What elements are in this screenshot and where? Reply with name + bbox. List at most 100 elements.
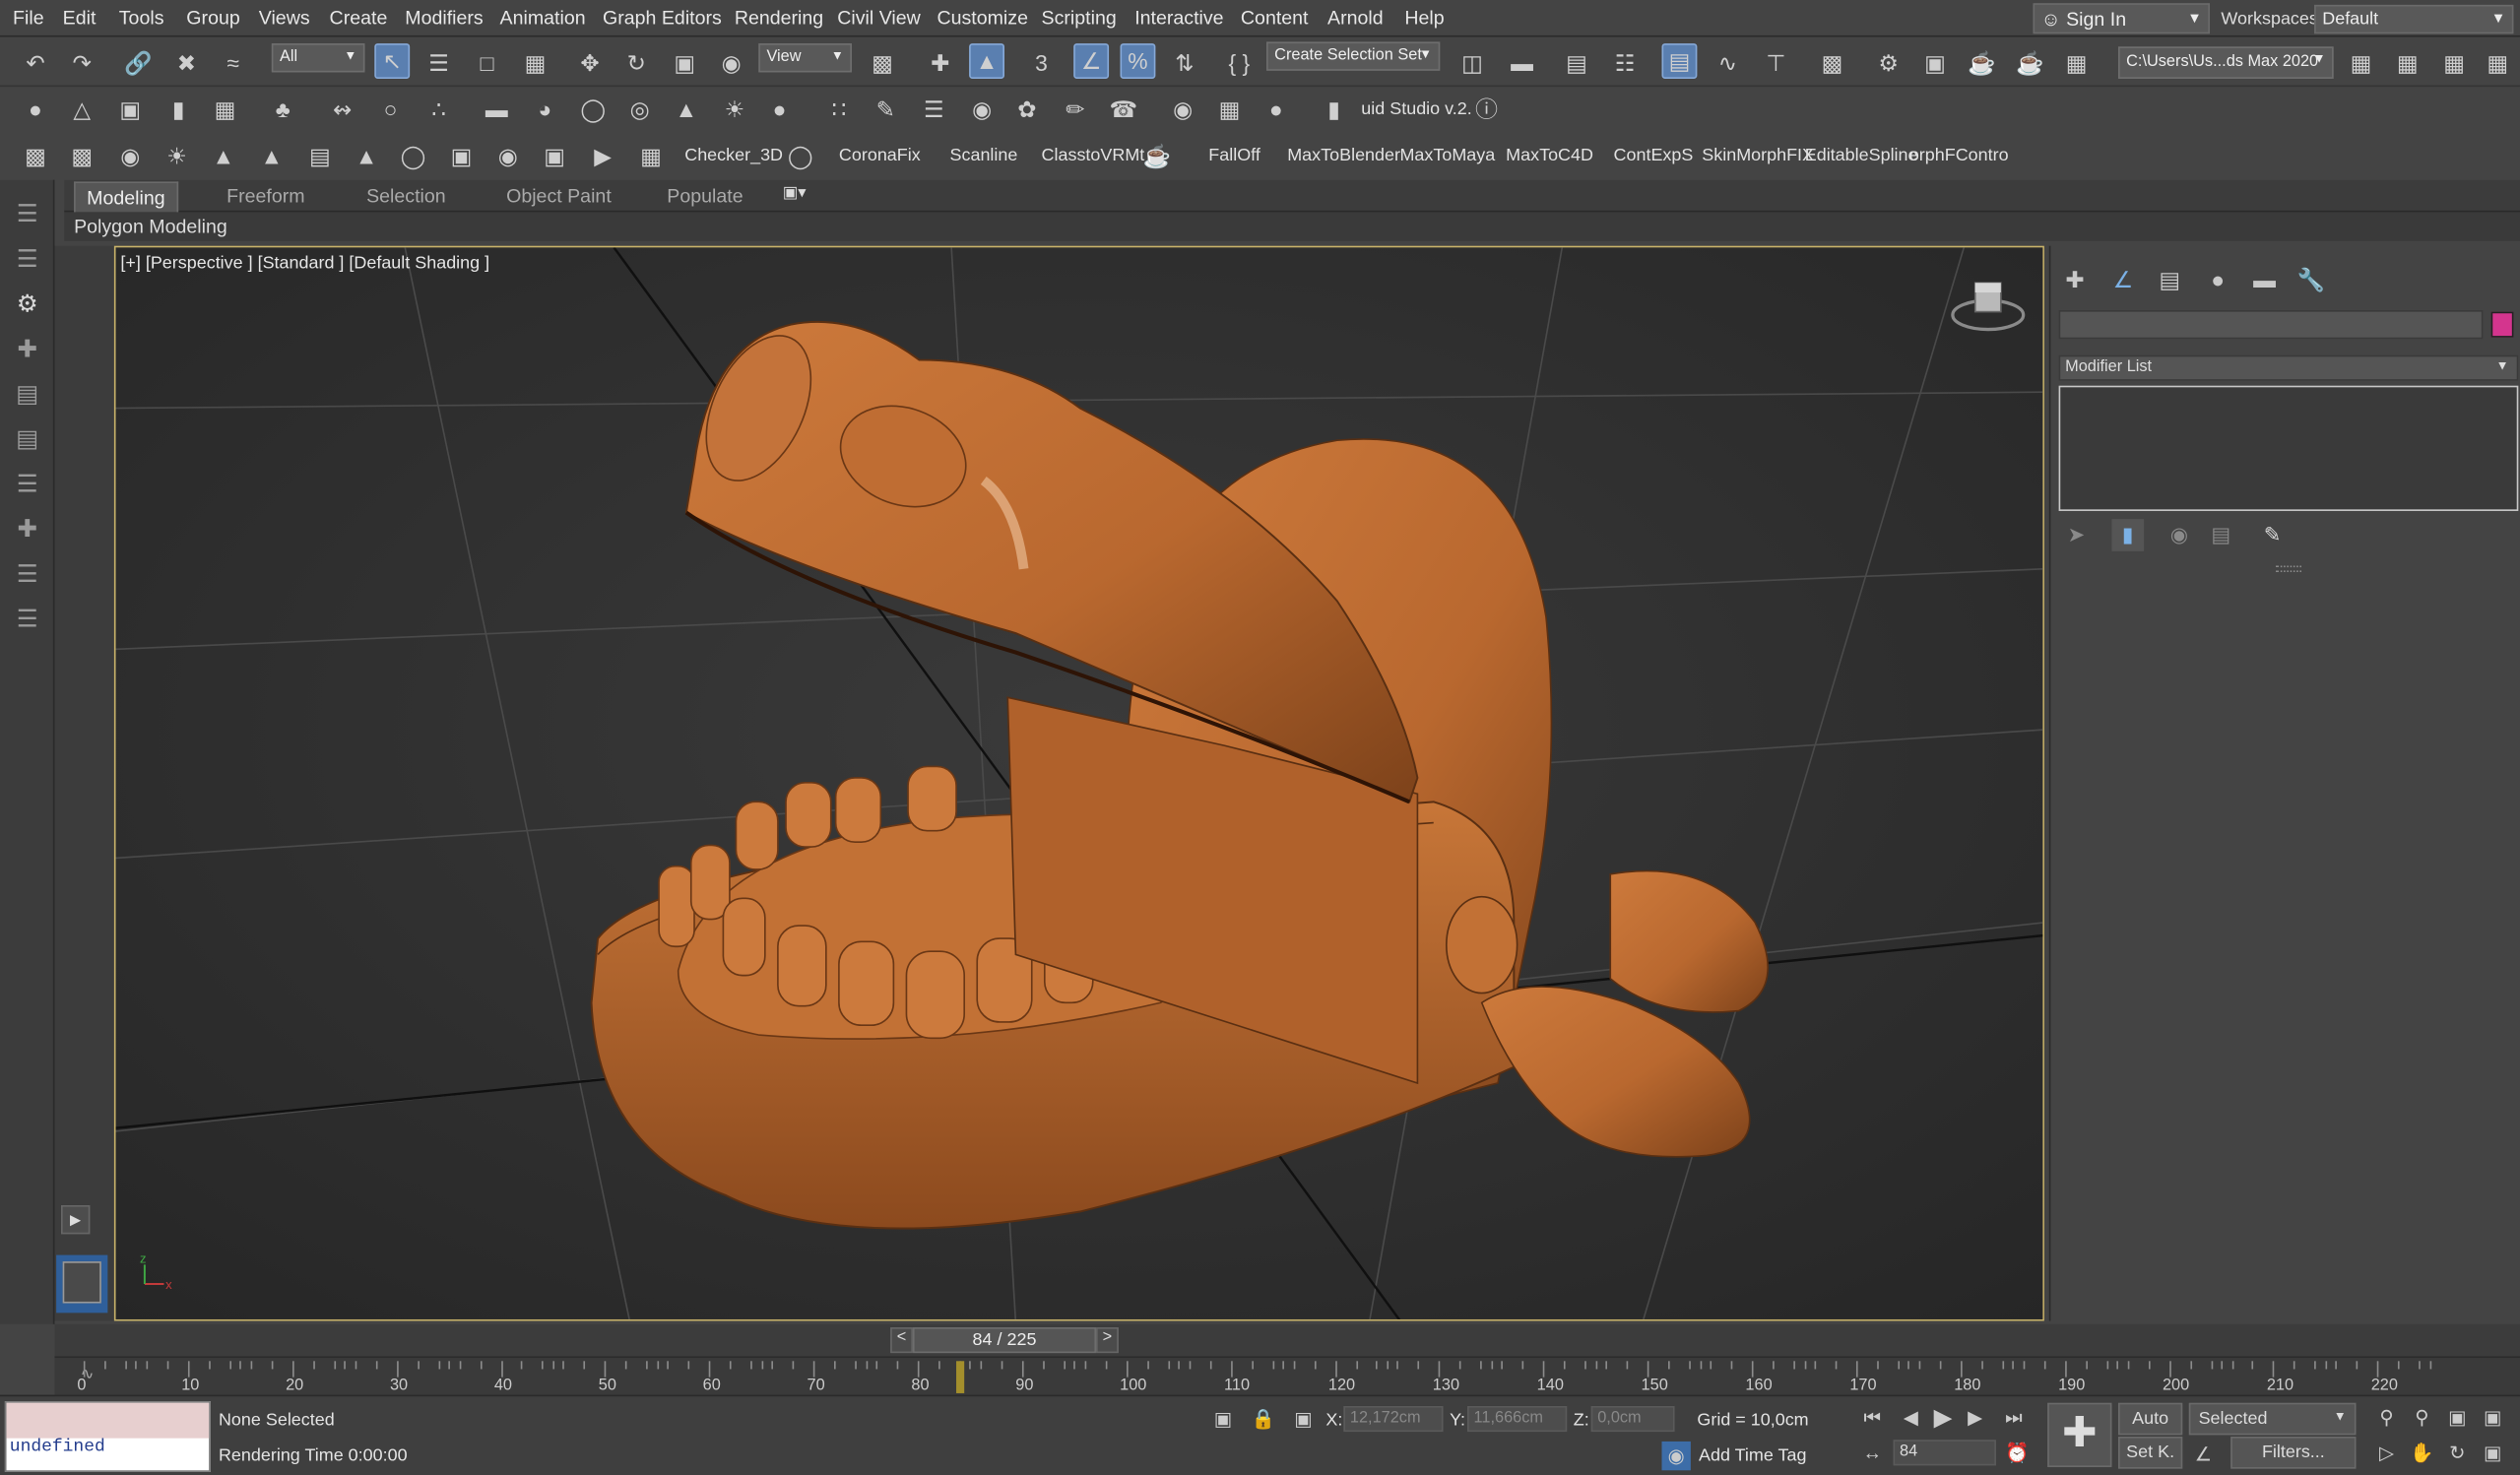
go-to-end-icon[interactable]: ⏭ xyxy=(1999,1403,2028,1432)
menu-views[interactable]: Views xyxy=(259,7,310,30)
align-icon[interactable]: ▬ xyxy=(1505,45,1540,81)
modifier-list-dropdown[interactable]: Modifier List ▼ xyxy=(2058,354,2519,381)
bell-icon[interactable]: ☎ xyxy=(1106,92,1141,127)
add-time-tag[interactable]: Add Time Tag xyxy=(1699,1446,1806,1466)
light-icon[interactable]: ◉ xyxy=(490,138,526,173)
menu-edit[interactable]: Edit xyxy=(63,7,97,30)
key-filter-dropdown[interactable]: Selected ▼ xyxy=(2188,1402,2357,1436)
render-in-cloud-icon[interactable]: ▦ xyxy=(2059,45,2095,81)
previous-key-icon[interactable]: ◀ xyxy=(1897,1403,1925,1432)
light-sphere-icon[interactable]: ● xyxy=(762,92,798,127)
layer-explorer-icon[interactable]: ☷ xyxy=(1607,45,1643,81)
menu-animation[interactable]: Animation xyxy=(500,7,586,30)
y-coordinate-field[interactable]: 11,666cm xyxy=(1467,1406,1568,1433)
scatter-icon[interactable]: ∷ xyxy=(821,92,857,127)
menu-graph-editors[interactable]: Graph Editors xyxy=(603,7,722,30)
editablespline-button[interactable]: EditableSpline xyxy=(1805,147,1918,166)
track-bar[interactable]: ∿ 0 10 20 30 40 50 60 70 80 90 100 110 120 130 140 150 1… xyxy=(54,1356,2520,1395)
layer-page-icon[interactable]: ▤ xyxy=(10,421,45,457)
menu-interactive[interactable]: Interactive xyxy=(1134,7,1223,30)
maxtomaya-button[interactable]: MaxToMaya xyxy=(1399,147,1495,166)
maxtoc4d-button[interactable]: MaxToC4D xyxy=(1506,147,1593,166)
reference-coordinate-dropdown[interactable]: View ▼ xyxy=(758,43,852,73)
light-bulb-icon[interactable]: ◉ xyxy=(112,138,148,173)
curve-editor-icon[interactable]: ∿ xyxy=(1710,45,1745,81)
fluid-studio-label[interactable]: uid Studio v.2. xyxy=(1361,99,1471,119)
layer-stack-icon[interactable]: ☰ xyxy=(10,466,45,501)
unlink-icon[interactable]: ✖ xyxy=(168,45,204,81)
filters-button[interactable]: Filters... xyxy=(2230,1437,2357,1469)
named-selection-dropdown[interactable]: Create Selection Set ▼ xyxy=(1266,41,1441,71)
layers-settings-icon[interactable]: ⚙ xyxy=(10,286,45,321)
layer-list-icon[interactable]: ▤ xyxy=(10,376,45,412)
render-view-icon[interactable]: ▶ xyxy=(585,138,620,173)
render-production-icon[interactable]: ☕ xyxy=(1964,45,1999,81)
show-end-result-icon[interactable]: ▮ xyxy=(2111,519,2145,551)
modify-tab-icon[interactable]: ∠ xyxy=(2105,262,2141,297)
menu-customize[interactable]: Customize xyxy=(937,7,1028,30)
menu-group[interactable]: Group xyxy=(186,7,239,30)
set-key-button[interactable]: Set K. xyxy=(2117,1437,2183,1469)
move-icon[interactable]: ✥ xyxy=(572,45,608,81)
coronafix-button[interactable]: CoronaFix xyxy=(839,147,921,166)
material-map-icon[interactable]: ▦ xyxy=(1212,92,1248,127)
viewport-layout-tab[interactable] xyxy=(56,1254,108,1314)
render-element-icon[interactable]: ● xyxy=(1259,92,1294,127)
sun-light-icon[interactable]: ☀ xyxy=(160,138,195,173)
percent-snap-icon[interactable]: % xyxy=(1120,43,1156,79)
tab-selection[interactable]: Selection xyxy=(366,185,446,208)
layer-options-icon[interactable]: ☰ xyxy=(10,601,45,636)
plant-icon[interactable]: ♣ xyxy=(265,92,300,127)
current-frame-field[interactable]: 84 xyxy=(1893,1440,1996,1466)
undo-icon[interactable]: ↶ xyxy=(18,45,53,81)
link-icon[interactable]: 🔗 xyxy=(120,45,156,81)
viewport-label[interactable]: [+] [Perspective ] [Standard ] [Default … xyxy=(120,254,489,274)
pivot-center-icon[interactable]: ▩ xyxy=(865,45,900,81)
configure-modifier-sets-icon[interactable]: ✎ xyxy=(2256,519,2289,551)
panel-toggle-icon[interactable]: ▦ xyxy=(2480,45,2515,81)
expand-arrow-icon[interactable]: ▶ xyxy=(61,1205,91,1235)
rendered-frame-window-icon[interactable]: ▣ xyxy=(1917,45,1953,81)
next-key-icon[interactable]: ▶ xyxy=(1961,1403,1989,1432)
grid-icon[interactable]: ▦ xyxy=(208,92,243,127)
layers-icon[interactable]: ☰ xyxy=(10,241,45,277)
layer-add-icon[interactable]: ✚ xyxy=(10,511,45,546)
pin-stack-icon[interactable]: ➤ xyxy=(2060,519,2093,551)
time-slider-thumb[interactable]: 84 / 225 xyxy=(912,1327,1097,1354)
material-sphere-icon[interactable]: ◉ xyxy=(1165,92,1200,127)
zoom-extents-icon[interactable]: ▣ xyxy=(2443,1403,2472,1432)
frame-icon[interactable]: ▣ xyxy=(537,138,572,173)
layer-group-icon[interactable]: ☰ xyxy=(10,556,45,592)
scene-explorer-icon[interactable]: ▤ xyxy=(1559,45,1594,81)
maxtoblender-button[interactable]: MaxToBlender xyxy=(1287,147,1400,166)
material-editor-icon[interactable]: ▩ xyxy=(1815,45,1850,81)
lock-selection-icon[interactable]: 🔒 xyxy=(1249,1404,1277,1433)
redo-icon[interactable]: ↷ xyxy=(64,45,99,81)
book-icon[interactable]: ▤ xyxy=(302,138,338,173)
snaps-toggle-icon[interactable]: 3 xyxy=(1024,45,1060,81)
modifier-stack[interactable] xyxy=(2058,385,2519,511)
select-object-icon[interactable]: ↖ xyxy=(374,43,411,79)
select-by-name-icon[interactable]: ☰ xyxy=(421,45,457,81)
keyboard-shortcut-override-icon[interactable]: ▲ xyxy=(969,43,1004,79)
tree-icon[interactable]: ▲ xyxy=(206,138,241,173)
window-crossing-icon[interactable]: ▦ xyxy=(518,45,553,81)
sun-icon[interactable]: ☀ xyxy=(717,92,752,127)
polygon-modeling-label[interactable]: Polygon Modeling xyxy=(74,216,227,238)
teapot-icon[interactable]: ☕ xyxy=(1139,138,1175,173)
time-config-icon[interactable]: ⏰ xyxy=(2002,1439,2031,1467)
project-folder-dropdown[interactable]: C:\Users\Us...ds Max 2020 ▼ xyxy=(2117,46,2334,79)
next-frame-button[interactable]: > xyxy=(1096,1327,1119,1354)
cloth-icon[interactable]: △ xyxy=(64,92,99,127)
rotate-icon[interactable]: ↻ xyxy=(618,45,654,81)
utilities-tab-icon[interactable]: 🔧 xyxy=(2294,262,2329,297)
panel-layout-icon[interactable]: ▦ xyxy=(2436,45,2472,81)
field-of-view-icon[interactable]: ▷ xyxy=(2372,1439,2401,1467)
create-tab-icon[interactable]: ✚ xyxy=(2057,262,2093,297)
bone-icon[interactable]: ↭ xyxy=(325,92,360,127)
key-tangent-icon[interactable]: ∠ xyxy=(2189,1440,2218,1468)
mirror-icon[interactable]: ◫ xyxy=(1454,45,1490,81)
motion-tab-icon[interactable]: ● xyxy=(2200,262,2235,297)
sphere-icon[interactable]: ◯ xyxy=(575,92,611,127)
resize-grip-icon[interactable] xyxy=(2275,565,2302,572)
